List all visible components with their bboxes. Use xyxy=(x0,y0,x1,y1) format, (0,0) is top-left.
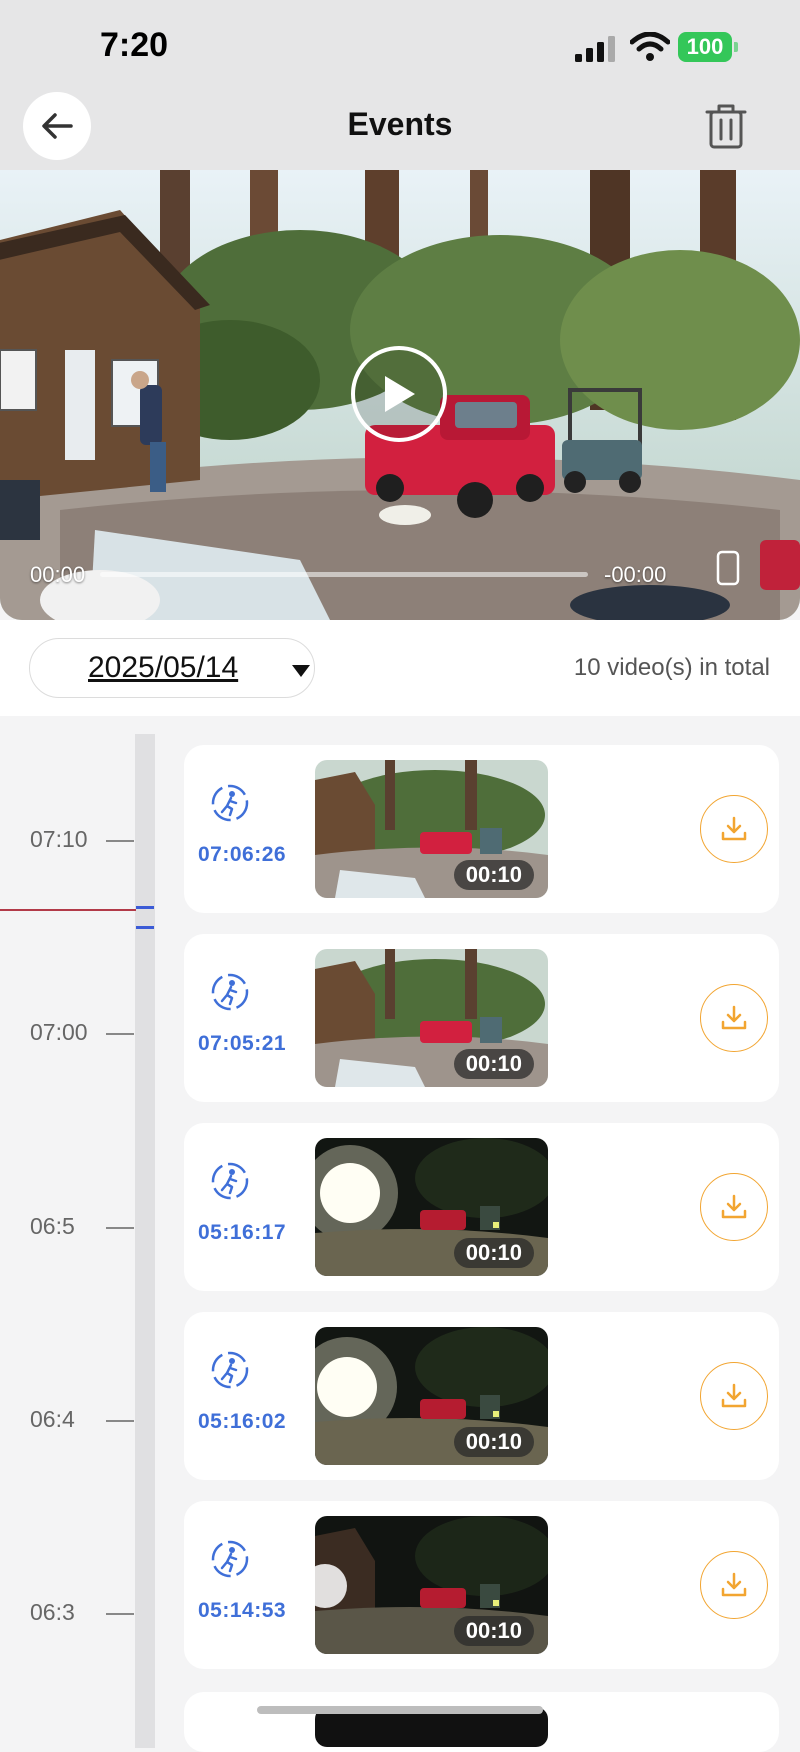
event-time: 05:16:02 xyxy=(198,1410,287,1433)
phone-orientation-icon[interactable] xyxy=(716,550,740,586)
event-card[interactable] xyxy=(184,1692,779,1752)
event-card[interactable]: 05:16:17 00:10 xyxy=(184,1123,779,1291)
motion-detect-icon xyxy=(211,1162,249,1200)
page-title: Events xyxy=(347,106,453,142)
chevron-down-icon xyxy=(292,665,310,677)
timeline-tick: 06:5 xyxy=(30,1213,75,1239)
download-icon xyxy=(721,1194,747,1219)
video-duration: 00:10 xyxy=(453,1427,534,1457)
download-icon xyxy=(721,1383,747,1408)
event-card[interactable]: 05:14:53 00:10 xyxy=(184,1501,779,1669)
filter-bar: 2025/05/14 10 video(s) in total xyxy=(0,620,800,716)
motion-detect-icon xyxy=(211,1540,249,1578)
download-button[interactable] xyxy=(700,1173,768,1241)
download-button[interactable] xyxy=(700,984,768,1052)
event-thumbnail[interactable]: 00:10 xyxy=(315,1138,548,1276)
video-count: 10 video(s) in total xyxy=(573,654,770,681)
event-card[interactable]: 07:06:26 00:10 xyxy=(184,745,779,913)
event-thumbnail[interactable]: 00:10 xyxy=(315,760,548,898)
motion-detect-icon xyxy=(211,784,249,822)
timeline-rail[interactable] xyxy=(135,734,155,1748)
event-time: 05:16:17 xyxy=(198,1221,287,1244)
timeline-tick: 06:4 xyxy=(30,1406,75,1432)
progress-bar[interactable] xyxy=(100,572,588,577)
download-icon xyxy=(721,1005,747,1030)
nav-header: Events xyxy=(0,88,800,170)
event-time: 07:06:26 xyxy=(198,843,287,866)
video-duration: 00:10 xyxy=(453,1238,534,1268)
event-card[interactable]: 07:05:21 00:10 xyxy=(184,934,779,1102)
download-icon xyxy=(721,816,747,841)
selected-date: 2025/05/14 xyxy=(88,651,239,684)
status-time: 7:20 xyxy=(100,26,169,64)
elapsed-time: 00:00 xyxy=(30,562,86,587)
event-thumbnail[interactable]: 00:10 xyxy=(315,949,548,1087)
remaining-time: -00:00 xyxy=(604,562,667,587)
event-thumbnail[interactable]: 00:10 xyxy=(315,1327,548,1465)
timeline-tick: 07:10 xyxy=(30,826,88,852)
download-icon xyxy=(721,1572,747,1597)
motion-detect-icon xyxy=(211,1351,249,1389)
event-card[interactable]: 05:16:02 00:10 xyxy=(184,1312,779,1480)
timeline-tick: 07:00 xyxy=(30,1019,88,1045)
video-duration: 00:10 xyxy=(453,1049,534,1079)
video-duration: 00:10 xyxy=(453,860,534,890)
download-button[interactable] xyxy=(700,795,768,863)
event-marker xyxy=(136,926,154,929)
timeline-tick: 06:3 xyxy=(30,1599,75,1625)
play-icon xyxy=(385,376,415,412)
event-time: 07:05:21 xyxy=(198,1032,287,1055)
home-indicator[interactable] xyxy=(257,1706,543,1714)
current-time-indicator xyxy=(0,909,136,911)
wifi-icon xyxy=(630,32,670,61)
video-player[interactable]: 00:00 -00:00 xyxy=(0,170,800,620)
battery-icon: 100 xyxy=(678,32,738,62)
status-bar: 7:20 100 xyxy=(0,0,800,88)
battery-level: 100 xyxy=(678,32,732,62)
play-button[interactable] xyxy=(351,346,447,442)
cellular-signal-icon xyxy=(575,36,615,62)
date-picker[interactable]: 2025/05/14 xyxy=(29,638,315,698)
trash-icon[interactable] xyxy=(704,102,748,150)
event-time: 05:14:53 xyxy=(198,1599,287,1622)
download-button[interactable] xyxy=(700,1362,768,1430)
event-thumbnail[interactable]: 00:10 xyxy=(315,1516,548,1654)
motion-detect-icon xyxy=(211,973,249,1011)
timeline-area: 07:10 07:00 06:5 06:4 06:3 07:06:26 00:1… xyxy=(0,716,800,1748)
event-marker xyxy=(136,906,154,909)
download-button[interactable] xyxy=(700,1551,768,1619)
video-duration: 00:10 xyxy=(453,1616,534,1646)
